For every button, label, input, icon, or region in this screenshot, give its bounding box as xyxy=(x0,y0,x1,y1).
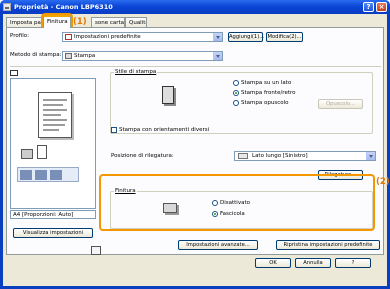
booklet-button[interactable]: Opuscolo... xyxy=(318,99,363,109)
page-preview xyxy=(10,78,96,209)
callout-label-2: (2) xyxy=(376,177,390,187)
ok-button[interactable]: OK xyxy=(255,258,291,268)
help-title-button[interactable]: ? xyxy=(363,2,374,12)
preview-toggle-icon[interactable] xyxy=(10,70,18,76)
printer-properties-window: Proprietà - Canon LBP6310 ? × Imposta pa… xyxy=(0,0,390,289)
chevron-down-icon xyxy=(213,52,222,60)
paper-caption: A4 [Proporzioni: Auto] xyxy=(10,210,96,219)
view-settings-button[interactable]: Visualizza impostazioni xyxy=(13,228,93,238)
dialog-body: Imposta pagina Finitura sone carta Quali… xyxy=(3,13,390,286)
profile-icon xyxy=(65,34,72,40)
binding-location-select[interactable]: Lato lungo [Sinistro] xyxy=(234,151,376,161)
profile-value: Impostazioni predefinite xyxy=(74,34,141,40)
restore-defaults-button[interactable]: Ripristina impostazioni predefinite xyxy=(276,240,380,250)
finishing-icons-strip xyxy=(17,167,79,182)
collate-icon xyxy=(50,170,62,180)
window-title: Proprietà - Canon LBP6310 xyxy=(14,3,113,11)
help-button[interactable]: ? xyxy=(335,258,371,268)
info-icon[interactable] xyxy=(91,246,101,255)
advanced-settings-button[interactable]: Impostazioni avanzate... xyxy=(178,240,258,250)
divider xyxy=(10,66,381,67)
close-window-button[interactable]: × xyxy=(376,2,387,12)
radio-booklet[interactable] xyxy=(233,100,239,106)
chevron-down-icon xyxy=(366,152,375,160)
print-icon xyxy=(65,53,72,59)
mixed-orientation-label: Stampa con orientamenti diversi xyxy=(119,127,210,133)
print-style-label: Stile di stampa xyxy=(114,69,158,75)
single-sided-label: Stampa su un lato xyxy=(241,80,292,86)
radio-duplex[interactable] xyxy=(233,90,239,96)
duplex-label: Stampa fronte/retro xyxy=(241,90,296,96)
profile-select[interactable]: Impostazioni predefinite xyxy=(62,32,223,42)
duplex-icon xyxy=(35,170,47,180)
binding-icon xyxy=(238,153,248,159)
callout-box-2 xyxy=(99,174,375,231)
paper-stack-icon xyxy=(20,170,32,180)
radio-single-sided[interactable] xyxy=(233,80,239,86)
document-icon xyxy=(37,145,47,159)
binding-location-value: Lato lungo [Sinistro] xyxy=(252,153,308,159)
title-bar: Proprietà - Canon LBP6310 ? × xyxy=(0,0,390,14)
mixed-orientation-checkbox[interactable] xyxy=(111,127,117,133)
paper-image xyxy=(38,92,72,138)
callout-label-1: (1) xyxy=(73,17,87,27)
output-method-label: Metodo di stampa: xyxy=(10,52,62,58)
output-method-select[interactable]: Stampa xyxy=(62,51,223,61)
booklet-label: Stampa opuscolo xyxy=(241,100,289,106)
chevron-down-icon xyxy=(213,33,222,41)
cancel-button[interactable]: Annulla xyxy=(295,258,331,268)
output-method-value: Stampa xyxy=(74,53,96,59)
edit-profile-button[interactable]: Modifica(2)... xyxy=(266,32,303,42)
binding-location-label: Posizione di rilegatura: xyxy=(111,153,174,159)
tab-finishing[interactable]: Finitura xyxy=(43,15,71,28)
duplex-print-icon xyxy=(162,86,174,104)
add-profile-button[interactable]: Aggiungi(1)... xyxy=(228,32,264,42)
profile-label: Profilo: xyxy=(10,33,29,39)
printer-small-icon xyxy=(21,149,33,159)
printer-icon xyxy=(3,3,11,11)
